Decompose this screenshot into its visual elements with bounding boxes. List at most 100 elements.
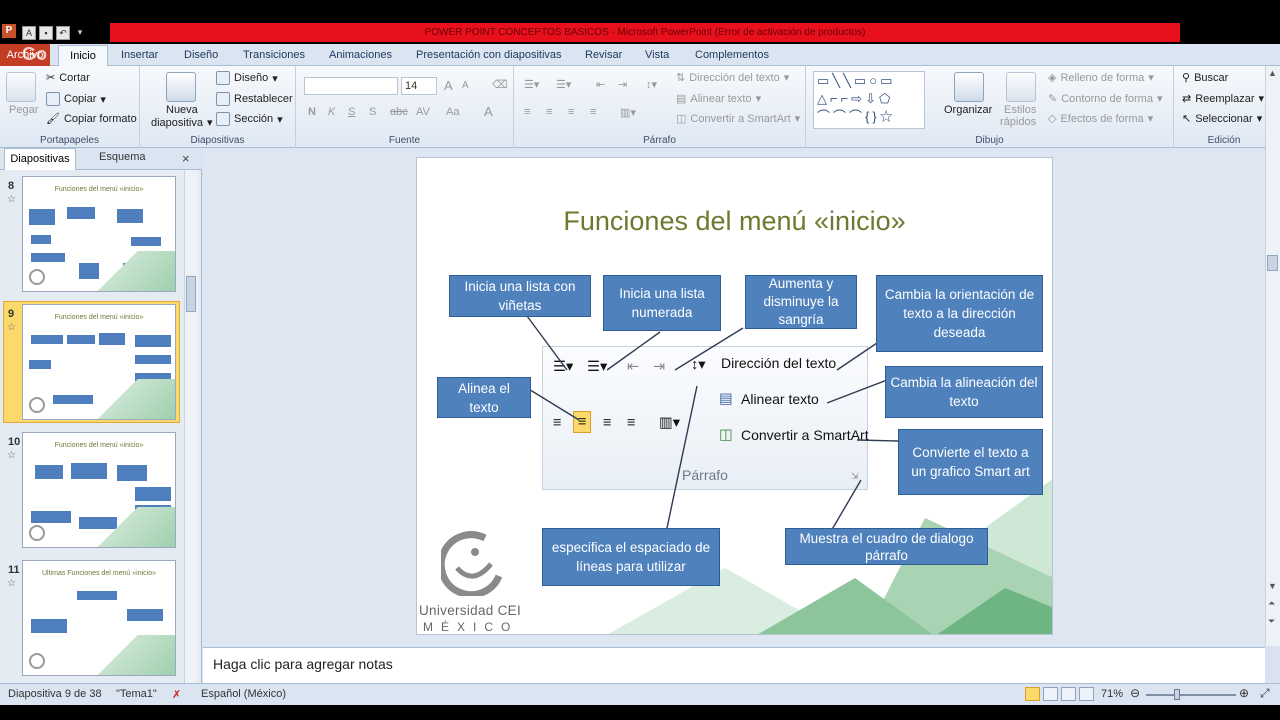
cut-label: Cortar — [59, 71, 90, 84]
scroll-up-icon[interactable]: ▲ — [1268, 68, 1277, 78]
slide-sorter-view-icon[interactable] — [1043, 687, 1058, 701]
slide-thumbnail[interactable]: Ultimas Funciones del menú «inicio» — [22, 560, 176, 676]
slide-thumbnail[interactable]: Funciones del menú «inicio» — [22, 432, 176, 548]
layout-button[interactable]: Diseño ▾ — [216, 71, 278, 85]
align-right-icon[interactable]: ≡ — [568, 106, 574, 118]
tab-animaciones[interactable]: Animaciones — [329, 47, 392, 66]
bullets-icon[interactable]: ☰▾ — [524, 78, 539, 91]
star-icon: ☆ — [7, 194, 16, 205]
chevron-down-icon: ▾ — [206, 117, 213, 129]
zoom-slider-track[interactable] — [1146, 694, 1236, 696]
arrange-button[interactable]: Organizar — [944, 104, 992, 116]
columns-icon[interactable]: ▥▾ — [620, 106, 636, 119]
shrink-font-icon[interactable]: A — [462, 80, 469, 91]
previous-slide-icon[interactable]: ⏶ — [1268, 598, 1275, 609]
panel-scrollbar[interactable] — [184, 170, 198, 683]
bold-icon[interactable]: N — [308, 106, 316, 118]
fit-slide-icon[interactable]: ⤢ — [1260, 686, 1270, 701]
decrease-indent-icon[interactable]: ⇤ — [596, 78, 605, 91]
tab-diseno[interactable]: Diseño — [184, 47, 218, 66]
language-indicator[interactable]: Español (México) — [201, 688, 286, 700]
zoom-out-icon[interactable]: ⊖ — [1130, 686, 1140, 700]
shape-outline-button[interactable]: ✎ Contorno de forma ▾ — [1048, 92, 1162, 106]
tab-diapositivas[interactable]: Diapositivas — [4, 148, 76, 170]
next-slide-icon[interactable]: ⏷ — [1268, 616, 1275, 627]
increase-indent-icon[interactable]: ⇥ — [618, 78, 627, 91]
paste-icon[interactable] — [6, 72, 36, 102]
shadow-icon[interactable]: S — [369, 106, 376, 118]
justify-icon[interactable]: ≡ — [590, 106, 596, 118]
tab-transiciones[interactable]: Transiciones — [243, 47, 305, 66]
zoom-in-icon[interactable]: ⊕ — [1239, 686, 1249, 700]
shape-effects-button[interactable]: ◇ Efectos de forma ▾ — [1048, 112, 1153, 126]
customize-chevron-icon[interactable]: ▾ — [73, 26, 87, 40]
quick-styles-icon[interactable] — [1006, 72, 1036, 102]
undo-icon[interactable]: ↶ — [56, 26, 70, 40]
format-painter-button[interactable]: 🖌 Copiar formato — [46, 112, 137, 126]
slideshow-view-icon[interactable] — [1079, 687, 1094, 701]
shapes-gallery[interactable]: ▭╲╲▭○▭ △⌐⌐⇨⇩⬠ ⌒⌒⌒{}☆ — [813, 71, 925, 129]
new-slide-label-1[interactable]: Nueva — [166, 104, 198, 116]
copy-button[interactable]: Copiar ▾ — [46, 92, 106, 106]
normal-view-icon[interactable] — [1025, 687, 1040, 701]
find-button[interactable]: ⚲ Buscar — [1182, 71, 1228, 85]
close-icon[interactable]: × — [182, 151, 190, 166]
slide-thumbnail-selected[interactable]: Funciones del menú «inicio» — [22, 304, 176, 420]
char-spacing-icon[interactable]: AV — [416, 106, 430, 118]
quick-styles-label-1[interactable]: Estilos — [1004, 104, 1036, 116]
scroll-down-icon[interactable]: ▼ — [1268, 581, 1277, 591]
tab-insertar[interactable]: Insertar — [121, 47, 158, 66]
align-text-button[interactable]: ▤ Alinear texto ▾ — [676, 92, 761, 106]
select-button[interactable]: ↖ Seleccionar ▾ — [1182, 112, 1262, 126]
tab-vista[interactable]: Vista — [645, 47, 669, 66]
replace-button[interactable]: ⇄ Reemplazar ▾ — [1182, 92, 1264, 106]
change-case-icon[interactable]: Aa — [446, 106, 459, 118]
tab-presentacion[interactable]: Presentación con diapositivas — [416, 47, 562, 66]
italic-icon[interactable]: K — [328, 106, 335, 118]
align-center-icon[interactable]: ≡ — [546, 106, 552, 118]
new-slide-icon[interactable] — [166, 72, 196, 102]
paste-button[interactable]: Pegar — [9, 104, 38, 116]
shape-fill-button[interactable]: ◈ Relleno de forma ▾ — [1048, 71, 1154, 85]
current-slide[interactable]: Funciones del menú «inicio» ☰▾ ☰▾ ⇤ ⇥ ↕▾… — [416, 157, 1053, 635]
underline-icon[interactable]: S — [348, 106, 355, 118]
grow-font-icon[interactable]: A — [444, 78, 453, 93]
smartart-button[interactable]: ◫ Convertir a SmartArt ▾ — [676, 112, 800, 126]
arrange-icon[interactable] — [954, 72, 984, 102]
text-direction-button[interactable]: ⇅ Dirección del texto ▾ — [676, 71, 789, 85]
save-icon[interactable]: ▪ — [39, 26, 53, 40]
quick-styles-label-2[interactable]: rápidos — [1000, 116, 1036, 128]
panel-scroll-thumb[interactable] — [186, 276, 196, 312]
font-quick-icon[interactable]: A — [22, 26, 36, 40]
group-label-fuente: Fuente — [388, 135, 421, 146]
notes-placeholder[interactable]: Haga clic para agregar notas — [213, 656, 393, 672]
strikethrough-icon[interactable]: abc — [390, 106, 408, 118]
line-spacing-icon[interactable]: ↕▾ — [646, 78, 657, 91]
editor-vertical-scrollbar[interactable]: ▲ ▼ ⏶ ⏷ — [1265, 66, 1280, 646]
spellcheck-icon[interactable]: ✗ — [172, 688, 181, 701]
tab-revisar[interactable]: Revisar — [585, 47, 622, 66]
section-button[interactable]: Sección ▾ — [216, 112, 283, 126]
new-slide-label-2[interactable]: diapositiva ▾ — [151, 116, 213, 130]
layout-label: Diseño — [234, 72, 269, 84]
slide-thumbnail[interactable]: Funciones del menú «inicio» — [22, 176, 176, 292]
tab-esquema[interactable]: Esquema — [99, 151, 145, 163]
font-name-combo[interactable] — [304, 77, 398, 95]
clear-format-icon[interactable]: ⌫ — [492, 78, 508, 91]
numbering-icon[interactable]: ☰▾ — [556, 78, 571, 91]
zoom-slider-knob[interactable] — [1174, 689, 1180, 700]
cut-button[interactable]: ✂ Cortar — [46, 71, 90, 85]
editor-scroll-thumb[interactable] — [1267, 255, 1278, 271]
notes-pane[interactable]: Haga clic para agregar notas — [203, 647, 1265, 683]
align-left-icon[interactable]: ≡ — [524, 106, 530, 118]
zoom-level[interactable]: 71% — [1101, 688, 1123, 700]
theme-name[interactable]: "Tema1" — [116, 688, 157, 700]
font-color-icon[interactable]: A — [484, 104, 493, 119]
tab-complementos[interactable]: Complementos — [695, 47, 769, 66]
tab-inicio[interactable]: Inicio — [58, 45, 108, 67]
callout-espaciado: especifica el espaciado de líneas para u… — [542, 528, 720, 586]
font-size-combo[interactable]: 14 — [401, 77, 437, 95]
reset-button[interactable]: Restablecer — [216, 92, 293, 106]
powerpoint-app-icon[interactable]: P — [2, 24, 16, 38]
reading-view-icon[interactable] — [1061, 687, 1076, 701]
